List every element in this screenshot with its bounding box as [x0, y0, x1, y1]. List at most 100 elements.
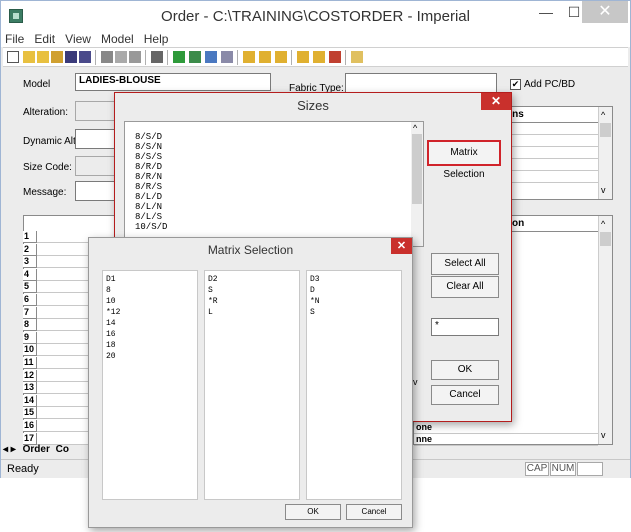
copy-icon[interactable] — [115, 51, 127, 63]
list-item[interactable]: 8 — [106, 285, 111, 296]
list-item[interactable]: 10/S/D — [135, 222, 167, 232]
list-item[interactable]: 8/L/S — [135, 212, 162, 222]
ok-button[interactable]: OK — [431, 360, 499, 380]
list-item[interactable]: 8/L/N — [135, 202, 162, 212]
cut-icon[interactable] — [101, 51, 113, 63]
model-field[interactable]: LADIES-BLOUSE — [75, 73, 271, 91]
list-item[interactable]: D — [310, 285, 315, 296]
menu-edit[interactable]: Edit — [30, 31, 58, 47]
tool-icon-2[interactable] — [259, 51, 271, 63]
grid-row-number[interactable]: 13 — [23, 382, 37, 395]
tool-icon-1[interactable] — [243, 51, 255, 63]
list-item[interactable]: 10 — [106, 296, 116, 307]
scroll-down-icon[interactable]: v — [601, 430, 606, 440]
list-item[interactable]: 8/S/N — [135, 142, 162, 152]
layers-icon[interactable] — [221, 51, 233, 63]
filter-field[interactable]: * — [431, 318, 499, 336]
list-item[interactable]: 8/R/N — [135, 172, 162, 182]
list-item[interactable]: 8/R/D — [135, 162, 162, 172]
matrix-column-d2[interactable]: D2 S *R L — [204, 270, 300, 500]
save-icon[interactable] — [65, 51, 77, 63]
fabric-type-field[interactable] — [345, 73, 497, 93]
list-item[interactable]: 8/L/D — [135, 192, 162, 202]
grid-row-number[interactable]: 2 — [23, 243, 37, 256]
message-field[interactable] — [75, 181, 119, 201]
building-icon[interactable] — [189, 51, 201, 63]
save-all-icon[interactable] — [79, 51, 91, 63]
grid-row-number[interactable]: 14 — [23, 394, 37, 407]
list-row[interactable] — [504, 171, 598, 183]
vertical-scrollbar[interactable]: ^ v — [598, 216, 612, 444]
grid-row-number[interactable]: 7 — [23, 306, 37, 319]
close-button[interactable]: ✕ — [582, 1, 628, 23]
list-item[interactable]: *12 — [106, 307, 120, 318]
tab-order[interactable]: Order — [23, 444, 50, 455]
arrow-icon[interactable] — [173, 51, 185, 63]
list-item[interactable]: 8/S/S — [135, 152, 162, 162]
tool-icon-3[interactable] — [275, 51, 287, 63]
scroll-down-icon[interactable]: v — [413, 377, 418, 387]
grid-row-number[interactable]: 16 — [23, 420, 37, 432]
list-item[interactable]: 8/R/S — [135, 182, 162, 192]
grid-row-number[interactable]: 1 — [23, 231, 37, 243]
scroll-up-icon[interactable]: ^ — [413, 123, 417, 133]
menu-file[interactable]: File — [1, 31, 27, 47]
list-item[interactable]: *N — [310, 296, 320, 307]
new-icon[interactable] — [7, 51, 19, 63]
list-row[interactable]: nne — [414, 434, 598, 446]
folder-icon[interactable] — [51, 51, 63, 63]
grid-row-number[interactable]: 11 — [23, 357, 37, 369]
right-upper-list[interactable]: ons ^ v — [503, 106, 613, 200]
open-folder-icon[interactable] — [37, 51, 49, 63]
list-item[interactable]: 18 — [106, 340, 116, 351]
grid-row-number[interactable]: 3 — [23, 256, 37, 269]
scroll-thumb[interactable] — [412, 134, 422, 204]
dynamic-alt-field[interactable] — [75, 129, 119, 149]
help-icon[interactable] — [351, 51, 363, 63]
scroll-up-icon[interactable]: ^ — [601, 219, 605, 229]
open-icon[interactable] — [23, 51, 35, 63]
list-row[interactable]: one — [414, 422, 598, 434]
menu-help[interactable]: Help — [140, 31, 172, 47]
print-icon[interactable] — [151, 51, 163, 63]
matrix-ok-button[interactable]: OK — [285, 504, 341, 520]
scroll-up-icon[interactable]: ^ — [601, 110, 605, 120]
tab-nav[interactable]: ◂ ▸ — [3, 444, 16, 455]
clear-all-button[interactable]: Clear All — [431, 276, 499, 298]
grid-row-number[interactable]: 9 — [23, 331, 37, 344]
list-row[interactable] — [504, 123, 598, 135]
sizes-scrollbar[interactable]: ^ — [411, 122, 423, 246]
grid-row-number[interactable]: 6 — [23, 294, 37, 306]
cancel-button[interactable]: Cancel — [431, 385, 499, 405]
sizes-close-button[interactable]: ✕ — [481, 93, 511, 110]
grid-row-number[interactable]: 4 — [23, 268, 37, 281]
matrix-column-d1[interactable]: D1 8 10 *12 14 16 18 20 — [102, 270, 198, 500]
tool-icon-5[interactable] — [313, 51, 325, 63]
grid-row-number[interactable]: 17 — [23, 432, 37, 445]
list-row[interactable] — [504, 147, 598, 159]
grid-row-number[interactable]: 12 — [23, 369, 37, 382]
scroll-thumb[interactable] — [600, 232, 611, 246]
sizes-list[interactable]: 8/S/D 8/S/N 8/S/S 8/R/D 8/R/N 8/R/S 8/L/… — [124, 121, 424, 247]
paste-icon[interactable] — [129, 51, 141, 63]
chart-icon[interactable] — [205, 51, 217, 63]
grid-row-number[interactable]: 10 — [23, 344, 37, 357]
matrix-close-button[interactable]: ✕ — [391, 238, 412, 254]
list-item[interactable]: 8/S/D — [135, 132, 162, 142]
grid-row-number[interactable]: 8 — [23, 319, 37, 332]
list-row[interactable] — [504, 135, 598, 147]
scroll-down-icon[interactable]: v — [601, 185, 606, 195]
list-item[interactable]: 16 — [106, 329, 116, 340]
add-pcbd-checkbox[interactable]: ✔ — [510, 79, 521, 90]
minimize-button[interactable]: — — [531, 1, 561, 23]
select-all-button[interactable]: Select All — [431, 253, 499, 275]
list-row[interactable] — [504, 159, 598, 171]
list-item[interactable]: 14 — [106, 318, 116, 329]
list-item[interactable]: *R — [208, 296, 218, 307]
scroll-thumb[interactable] — [600, 123, 611, 137]
matrix-column-d3[interactable]: D3 D *N S — [306, 270, 402, 500]
list-item[interactable]: 20 — [106, 351, 116, 362]
matrix-selection-button[interactable]: Matrix Selection — [427, 140, 501, 180]
list-item[interactable]: L — [208, 307, 213, 318]
grid-row-number[interactable]: 15 — [23, 407, 37, 420]
